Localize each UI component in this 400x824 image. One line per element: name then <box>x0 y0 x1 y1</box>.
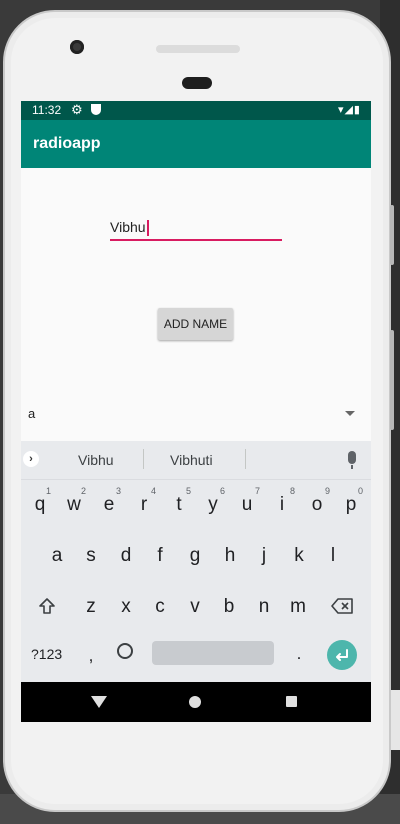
key-q[interactable]: q <box>31 494 49 516</box>
key-comma[interactable]: , <box>85 646 97 666</box>
suggestion-1[interactable]: Vibhu <box>78 452 114 468</box>
key-e[interactable]: e <box>100 494 118 516</box>
key-hint: 9 <box>325 486 331 496</box>
key-x[interactable]: x <box>117 596 135 618</box>
back-icon[interactable] <box>91 696 107 708</box>
key-k[interactable]: k <box>290 545 308 567</box>
key-hint: 4 <box>151 486 157 496</box>
key-f[interactable]: f <box>151 545 169 567</box>
soft-keyboard: › Vibhu Vibhuti q 1 w 2 e 3 r 4 t 5 y 6 … <box>21 441 371 682</box>
key-hint: 1 <box>46 486 52 496</box>
key-hint: 2 <box>81 486 87 496</box>
text-cursor <box>146 220 149 237</box>
key-y[interactable]: y <box>204 494 222 516</box>
app-bar: radioapp <box>21 120 371 168</box>
key-hint: 3 <box>116 486 122 496</box>
key-i[interactable]: i <box>273 494 291 516</box>
key-l[interactable]: l <box>324 545 342 567</box>
mic-icon[interactable] <box>348 451 356 464</box>
suggestion-2[interactable]: Vibhuti <box>170 452 213 468</box>
wifi-signal-battery-icon: ▾◢▮ <box>337 104 361 116</box>
gear-icon: ⚙ <box>71 102 83 117</box>
key-hint: 0 <box>358 486 364 496</box>
key-v[interactable]: v <box>186 596 204 618</box>
name-input-value: Vibhu <box>110 219 146 235</box>
spinner-dropdown[interactable]: a <box>21 401 371 427</box>
key-c[interactable]: c <box>151 596 169 618</box>
key-d[interactable]: d <box>117 545 135 567</box>
shift-icon[interactable] <box>38 597 56 615</box>
volume-button <box>390 330 394 430</box>
home-icon[interactable] <box>189 696 201 708</box>
symbols-key[interactable]: ?123 <box>31 646 62 662</box>
device-screen: 11:32 ⚙ ▾◢▮ radioapp Vibhu ADD NAME a › … <box>21 101 371 722</box>
key-p[interactable]: p <box>342 494 360 516</box>
key-b[interactable]: b <box>220 596 238 618</box>
key-m[interactable]: m <box>287 596 309 618</box>
key-r[interactable]: r <box>135 494 153 516</box>
key-a[interactable]: a <box>48 545 66 567</box>
enter-arrow-icon <box>336 649 348 661</box>
key-o[interactable]: o <box>308 494 326 516</box>
key-j[interactable]: j <box>255 545 273 567</box>
suggestion-divider <box>245 449 246 469</box>
dropdown-arrow-icon <box>345 411 355 416</box>
key-g[interactable]: g <box>186 545 204 567</box>
backspace-icon[interactable] <box>331 598 353 614</box>
key-hint: 5 <box>186 486 192 496</box>
chevron-right-icon[interactable]: › <box>23 451 39 467</box>
key-hint: 7 <box>255 486 261 496</box>
key-s[interactable]: s <box>82 545 100 567</box>
power-button <box>390 205 394 265</box>
key-t[interactable]: t <box>170 494 188 516</box>
key-n[interactable]: n <box>255 596 273 618</box>
key-w[interactable]: w <box>65 494 83 516</box>
earpiece-speaker <box>156 45 240 53</box>
front-camera <box>70 40 84 54</box>
shield-icon <box>91 104 101 115</box>
emoji-icon[interactable] <box>117 643 133 659</box>
status-bar: 11:32 ⚙ ▾◢▮ <box>21 101 371 120</box>
proximity-sensor <box>182 77 212 89</box>
navigation-bar <box>21 682 371 722</box>
key-u[interactable]: u <box>238 494 256 516</box>
mic-icon-stem <box>351 465 353 469</box>
status-time: 11:32 <box>32 103 62 117</box>
app-title: radioapp <box>33 135 101 152</box>
key-hint: 8 <box>290 486 296 496</box>
key-hint: 6 <box>220 486 226 496</box>
name-input[interactable]: Vibhu <box>110 215 282 241</box>
key-period[interactable]: . <box>293 644 305 664</box>
recents-icon[interactable] <box>286 696 297 707</box>
key-h[interactable]: h <box>221 545 239 567</box>
enter-key[interactable] <box>327 640 357 670</box>
space-key[interactable] <box>152 641 274 665</box>
spinner-value: a <box>28 406 36 421</box>
key-z[interactable]: z <box>82 596 100 618</box>
suggestion-divider <box>143 449 144 469</box>
add-name-button[interactable]: ADD NAME <box>158 308 233 340</box>
suggestion-strip: › Vibhu Vibhuti <box>21 441 371 480</box>
